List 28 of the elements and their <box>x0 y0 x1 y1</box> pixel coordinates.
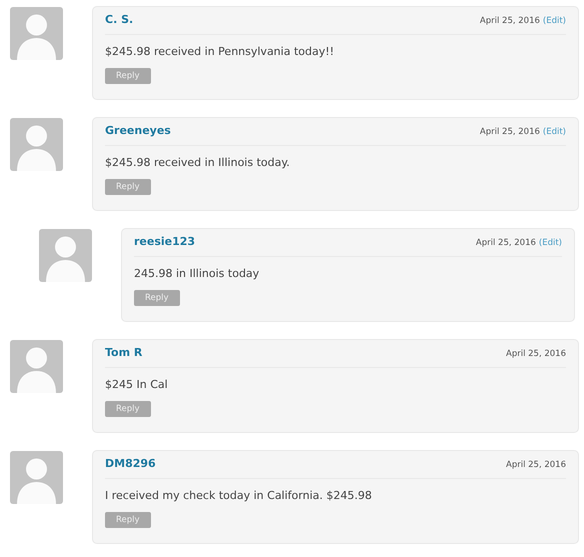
reply-button[interactable]: Reply <box>105 179 151 195</box>
author-link[interactable]: Greeneyes <box>105 124 171 137</box>
comment-text: 245.98 in Illinois today <box>134 267 260 280</box>
avatar-icon <box>10 451 63 504</box>
comment-text: $245.98 received in Pennsylvania today!! <box>105 45 336 58</box>
reply-button[interactable]: Reply <box>134 290 180 306</box>
comment-date: April 25, 2016 <box>476 238 536 248</box>
author-link[interactable]: Tom R <box>105 346 142 359</box>
edit-link[interactable]: (Edit) <box>542 16 566 26</box>
comment-date: April 25, 2016 <box>506 349 566 359</box>
reply-button[interactable]: Reply <box>105 512 151 528</box>
author-link[interactable]: DM8296 <box>105 457 156 470</box>
comment-text: $245.98 received in Illinois today. <box>105 156 291 169</box>
avatar-icon <box>10 118 63 171</box>
comment-text: I received my check today in California. $245.98 <box>105 489 373 502</box>
avatar-icon <box>39 229 92 282</box>
reply-button[interactable]: Reply <box>105 401 151 417</box>
comment-date: April 25, 2016 <box>506 460 566 470</box>
edit-link[interactable]: (Edit) <box>542 127 566 137</box>
avatar-icon <box>10 7 63 60</box>
comment-date: April 25, 2016 <box>480 16 540 26</box>
avatar-icon <box>10 340 63 393</box>
comment-date: April 25, 2016 <box>480 127 540 137</box>
reply-button[interactable]: Reply <box>105 68 151 84</box>
author-link[interactable]: C. S. <box>105 13 134 26</box>
edit-link[interactable]: (Edit) <box>538 238 562 248</box>
author-link[interactable]: reesie123 <box>134 235 196 248</box>
comment-text: $245 In Cal <box>105 378 169 391</box>
